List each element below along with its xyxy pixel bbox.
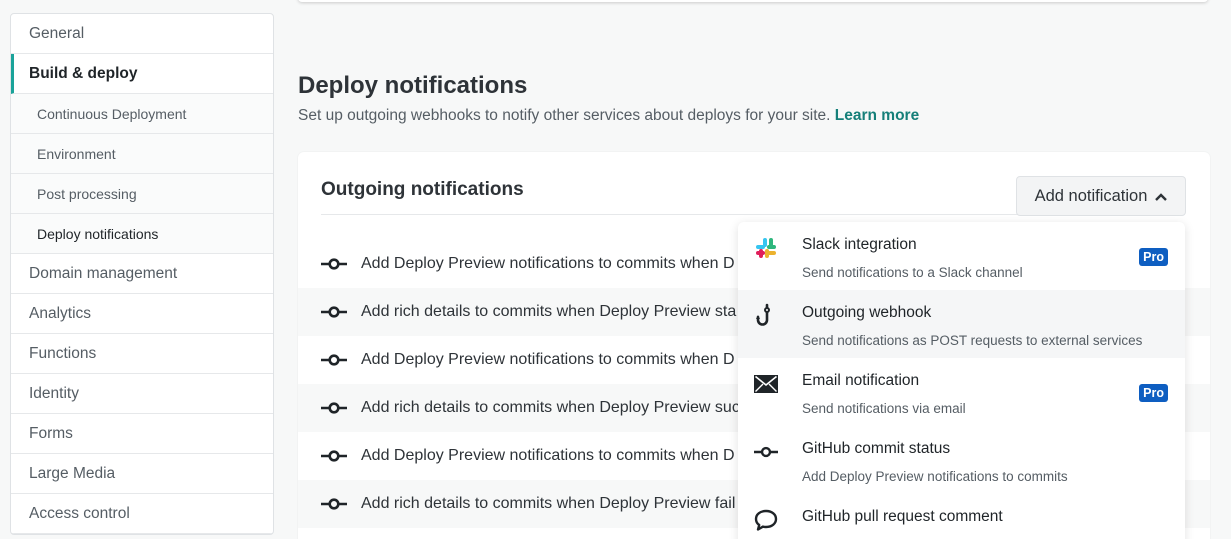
add-notification-menu: Slack integration Send notifications to … [738,222,1185,539]
card-title: Outgoing notifications [321,179,524,200]
menu-item-slack[interactable]: Slack integration Send notifications to … [738,222,1185,290]
menu-item-subtitle: Add Deploy Preview notifications to comm… [802,469,1068,484]
section-description-text: Set up outgoing webhooks to notify other… [298,107,831,124]
sidebar-subitem-continuous-deployment[interactable]: Continuous Deployment [11,94,273,134]
sidebar-item-forms[interactable]: Forms [11,414,273,454]
menu-item-title: Slack integration [802,236,917,253]
commit-icon [321,258,347,270]
menu-item-subtitle: Send notifications via email [802,401,966,416]
section-description: Set up outgoing webhooks to notify other… [298,107,919,125]
list-item-label: Add Deploy Preview notifications to comm… [361,351,735,368]
sidebar-item-functions[interactable]: Functions [11,334,273,374]
list-item-label: Add Deploy Preview notifications to comm… [361,255,735,272]
pro-badge: Pro [1139,384,1168,402]
add-notification-button[interactable]: Add notification [1016,176,1186,216]
list-item-label: Add rich details to commits when Deploy … [361,399,740,416]
menu-item-subtitle: Send notifications as POST requests to e… [802,333,1143,348]
email-icon [754,372,778,396]
sidebar-item-large-media[interactable]: Large Media [11,454,273,494]
chevron-up-icon [1155,187,1168,206]
menu-item-title: GitHub pull request comment [802,508,1003,525]
commit-icon [321,450,347,462]
sidebar-subitem-post-processing[interactable]: Post processing [11,174,273,214]
commit-icon [321,498,347,510]
section-title: Deploy notifications [298,72,528,99]
settings-sidebar: General Build & deploy Continuous Deploy… [10,13,274,535]
sidebar-subitem-environment[interactable]: Environment [11,134,273,174]
commit-icon [321,402,347,414]
menu-item-outgoing-webhook[interactable]: Outgoing webhook Send notifications as P… [738,290,1185,358]
menu-item-subtitle: Send notifications to a Slack channel [802,265,1023,280]
commit-icon [321,354,347,366]
sidebar-subitem-deploy-notifications[interactable]: Deploy notifications [11,214,273,254]
list-item-label: Add rich details to commits when Deploy … [361,303,737,320]
sidebar-item-general[interactable]: General [11,14,273,54]
sidebar-item-build-deploy[interactable]: Build & deploy [11,54,273,94]
list-item-label: Add Deploy Preview notifications to comm… [361,447,735,464]
add-notification-label: Add notification [1034,186,1148,205]
sidebar-item-access-control[interactable]: Access control [11,494,273,534]
divider [321,214,1021,215]
learn-more-link[interactable]: Learn more [835,107,919,124]
list-item-label: Add rich details to commits when Deploy … [361,495,736,512]
menu-item-title: GitHub commit status [802,440,951,457]
slack-icon [754,236,778,260]
pro-badge: Pro [1139,248,1168,266]
sidebar-item-analytics[interactable]: Analytics [11,294,273,334]
previous-card [298,0,1208,2]
menu-item-github-commit-status[interactable]: GitHub commit status Add Deploy Preview … [738,426,1185,494]
menu-item-github-pr-comment[interactable]: GitHub pull request comment [738,494,1185,539]
menu-item-title: Email notification [802,372,920,389]
comment-icon [754,508,778,532]
webhook-icon [754,303,778,328]
menu-item-title: Outgoing webhook [802,304,932,321]
sidebar-item-identity[interactable]: Identity [11,374,273,414]
commit-icon [321,306,347,318]
menu-item-email[interactable]: Email notification Send notifications vi… [738,358,1185,426]
sidebar-item-domain-management[interactable]: Domain management [11,254,273,294]
commit-icon [754,440,778,464]
